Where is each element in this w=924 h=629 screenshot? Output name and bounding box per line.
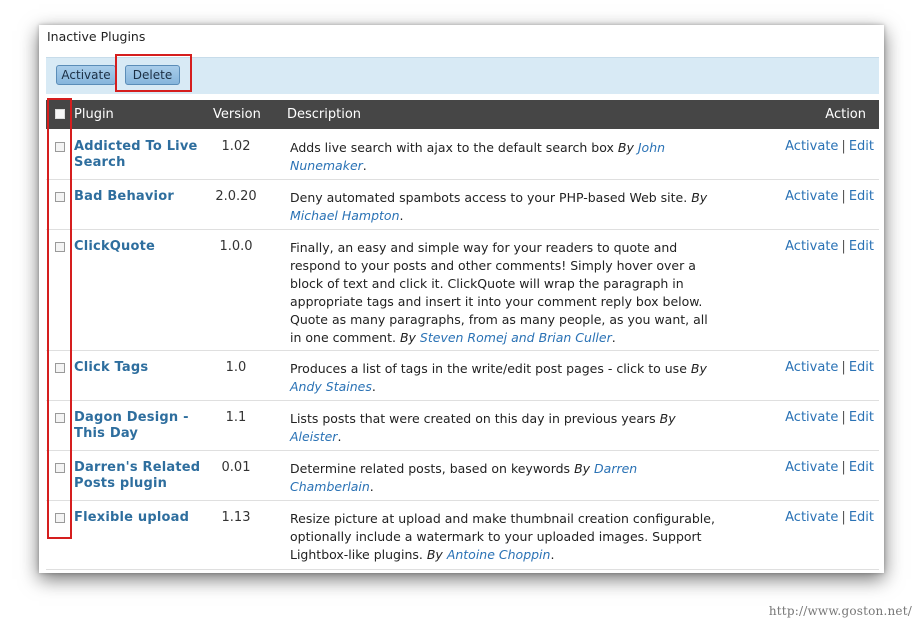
- delete-highlight-box: [115, 54, 192, 92]
- description-text: Lists posts that were created on this da…: [290, 411, 656, 426]
- plugin-version: 2.0.20: [215, 189, 257, 204]
- header-action: Action: [825, 107, 866, 122]
- by-label: By: [659, 411, 676, 426]
- edit-link[interactable]: Edit: [849, 410, 874, 425]
- plugin-version: 1.13: [221, 510, 251, 525]
- row-actions: Activate | Edit: [785, 189, 874, 204]
- row-actions: Activate | Edit: [785, 360, 874, 375]
- plugin-name: Darren's Related Posts plugin: [74, 460, 201, 491]
- plugin-description: Produces a list of tags in the write/edi…: [290, 361, 707, 394]
- author-link[interactable]: Antoine Choppin: [447, 547, 551, 562]
- author-link[interactable]: Aleister: [290, 429, 337, 444]
- edit-link[interactable]: Edit: [849, 189, 874, 204]
- activate-link[interactable]: Activate: [785, 510, 838, 525]
- edit-link[interactable]: Edit: [849, 239, 874, 254]
- plugin-version: 1.02: [221, 139, 251, 154]
- row-actions: Activate | Edit: [785, 510, 874, 525]
- plugin-name: Bad Behavior: [74, 189, 174, 204]
- plugin-version: 1.0.0: [219, 239, 253, 254]
- description-text: Adds live search with ajax to the defaul…: [290, 140, 614, 155]
- row-actions: Activate | Edit: [785, 239, 874, 254]
- plugin-name: ClickQuote: [74, 239, 156, 254]
- by-label: By: [399, 330, 416, 345]
- by-label: By: [617, 140, 634, 155]
- activate-link[interactable]: Activate: [785, 410, 838, 425]
- plugin-description: Lists posts that were created on this da…: [290, 411, 676, 444]
- edit-link[interactable]: Edit: [849, 139, 874, 154]
- table-row: ClickQuote 1.0.0 Finally, an easy and si…: [46, 230, 879, 351]
- author-link[interactable]: Michael Hampton: [290, 208, 400, 223]
- plugin-name: Flexible upload: [74, 510, 190, 525]
- plugin-description: Resize picture at upload and make thumbn…: [290, 511, 715, 562]
- row-actions: Activate | Edit: [785, 410, 874, 425]
- table-row: Flexible upload 1.13 Resize picture at u…: [46, 501, 879, 570]
- by-label: By: [690, 361, 707, 376]
- edit-link[interactable]: Edit: [849, 460, 874, 475]
- section-title: Inactive Plugins: [47, 29, 146, 44]
- plugin-description: Determine related posts, based on keywor…: [290, 461, 638, 494]
- edit-link[interactable]: Edit: [849, 360, 874, 375]
- plugin-version: 1.1: [225, 410, 247, 425]
- description-text: Deny automated spambots access to your P…: [290, 190, 688, 205]
- row-actions: Activate | Edit: [785, 460, 874, 475]
- activate-link[interactable]: Activate: [785, 360, 838, 375]
- activate-link[interactable]: Activate: [785, 460, 838, 475]
- by-label: By: [426, 547, 443, 562]
- author-link[interactable]: Steven Romej and Brian Culler: [420, 330, 612, 345]
- header-version: Version: [213, 107, 261, 122]
- plugin-description: Adds live search with ajax to the defaul…: [290, 140, 666, 173]
- header-plugin: Plugin: [74, 107, 114, 122]
- plugin-description: Deny automated spambots access to your P…: [290, 190, 708, 223]
- table-row: Bad Behavior 2.0.20 Deny automated spamb…: [46, 180, 879, 230]
- table-row: Click Tags 1.0 Produces a list of tags i…: [46, 351, 879, 401]
- activate-link[interactable]: Activate: [785, 139, 838, 154]
- checkbox-column-highlight-box: [47, 98, 72, 539]
- plugin-name: Dagon Design - This Day: [74, 410, 189, 441]
- plugins-panel: Inactive Plugins Activate Delete Plugin …: [39, 25, 884, 573]
- by-label: By: [691, 190, 708, 205]
- activate-link[interactable]: Activate: [785, 239, 838, 254]
- plugin-name: Click Tags: [74, 360, 149, 375]
- watermark-url: http://www.goston.net/: [768, 604, 912, 618]
- row-actions: Activate | Edit: [785, 139, 874, 154]
- edit-link[interactable]: Edit: [849, 510, 874, 525]
- plugin-description: Finally, an easy and simple way for your…: [290, 240, 708, 345]
- by-label: By: [574, 461, 591, 476]
- activate-button[interactable]: Activate: [56, 65, 116, 85]
- header-description: Description: [287, 107, 362, 122]
- table-row: Dagon Design - This Day 1.1 Lists posts …: [46, 401, 879, 451]
- plugin-version: 1.0: [225, 360, 247, 375]
- author-link[interactable]: Andy Staines: [290, 379, 372, 394]
- table-row: Addicted To Live Search 1.02 Adds live s…: [46, 130, 879, 180]
- description-text: Produces a list of tags in the write/edi…: [290, 361, 687, 376]
- activate-link[interactable]: Activate: [785, 189, 838, 204]
- description-text: Determine related posts, based on keywor…: [290, 461, 571, 476]
- plugin-version: 0.01: [221, 460, 251, 475]
- table-row: Darren's Related Posts plugin 0.01 Deter…: [46, 451, 879, 501]
- table-header: Plugin Version Description Action: [46, 100, 879, 129]
- plugin-name: Addicted To Live Search: [74, 139, 198, 170]
